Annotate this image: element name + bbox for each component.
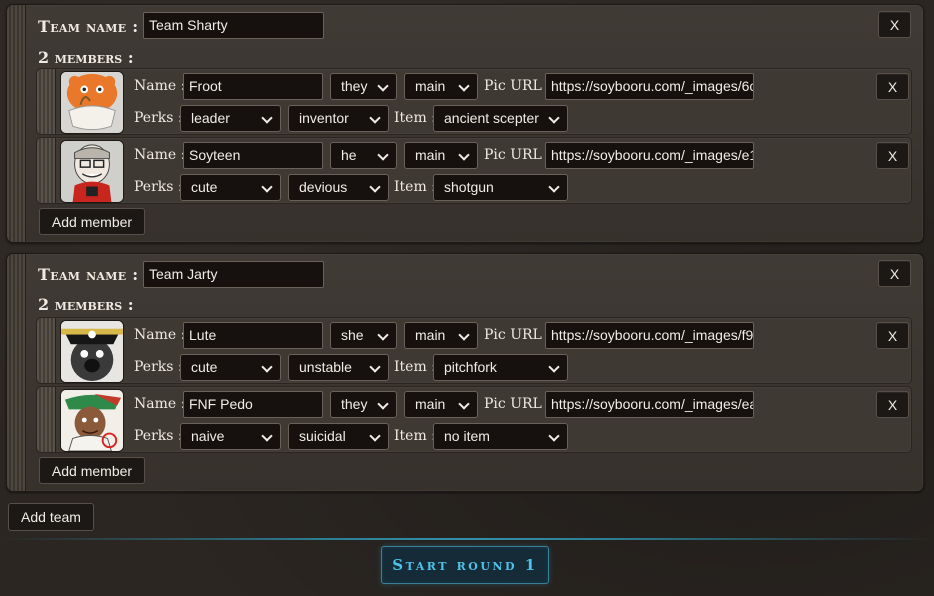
perk1-select[interactable]: cute <box>180 354 281 381</box>
remove-member-button[interactable]: X <box>876 391 909 418</box>
remove-member-button[interactable]: X <box>876 73 909 100</box>
perk1-select[interactable]: leader <box>180 105 281 132</box>
member-avatar <box>60 140 124 203</box>
team-card: Team name : Team Sharty 2 members : X Na… <box>6 4 924 243</box>
member-drag-handle[interactable] <box>37 318 56 383</box>
member-drag-handle[interactable] <box>37 138 56 203</box>
remove-member-button[interactable]: X <box>876 322 909 349</box>
role-select[interactable]: main <box>404 322 478 349</box>
pronoun-select[interactable]: they <box>330 73 397 100</box>
pic-url-label: Pic URL : <box>484 327 551 343</box>
team-name-input[interactable]: Team Jarty <box>143 261 324 288</box>
member-row: Name : Froot they main Pic URL : https:/… <box>36 68 912 135</box>
perk1-select[interactable]: naive <box>180 423 281 450</box>
remove-team-button[interactable]: X <box>878 260 911 287</box>
item-select[interactable]: ancient scepter <box>433 105 568 132</box>
perk2-select[interactable]: suicidal <box>288 423 389 450</box>
member-drag-handle[interactable] <box>37 387 56 452</box>
member-avatar <box>60 71 124 134</box>
item-select[interactable]: no item <box>433 423 568 450</box>
team-name-label: Team name : <box>38 265 139 284</box>
team-drag-handle[interactable] <box>7 254 26 491</box>
member-name-input[interactable]: Soyteen <box>183 142 323 169</box>
perks-label: Perks : <box>134 359 183 375</box>
item-label: Item : <box>394 428 436 444</box>
pic-url-input[interactable]: https://soybooru.com/_images/f95 <box>545 322 754 349</box>
pic-url-label: Pic URL : <box>484 147 551 163</box>
team-drag-handle[interactable] <box>7 5 26 242</box>
item-label: Item : <box>394 179 436 195</box>
name-label: Name : <box>134 396 186 412</box>
role-select[interactable]: main <box>404 142 478 169</box>
member-row: Name : Lute she main Pic URL : https://s… <box>36 317 912 384</box>
start-round-button[interactable]: Start round 1 <box>381 546 549 584</box>
member-avatar <box>60 389 124 452</box>
item-select[interactable]: pitchfork <box>433 354 568 381</box>
role-select[interactable]: main <box>404 391 478 418</box>
name-label: Name : <box>134 78 186 94</box>
pic-url-input[interactable]: https://soybooru.com/_images/e1 <box>545 142 754 169</box>
perk2-select[interactable]: unstable <box>288 354 389 381</box>
pronoun-select[interactable]: they <box>330 391 397 418</box>
pic-url-input[interactable]: https://soybooru.com/_images/6c <box>545 73 754 100</box>
perks-label: Perks : <box>134 110 183 126</box>
role-select[interactable]: main <box>404 73 478 100</box>
member-row: Name : Soyteen he main Pic URL : https:/… <box>36 137 912 204</box>
pronoun-select[interactable]: she <box>330 322 397 349</box>
item-label: Item : <box>394 359 436 375</box>
pronoun-select[interactable]: he <box>330 142 397 169</box>
perks-label: Perks : <box>134 179 183 195</box>
members-count-label: 2 members : <box>38 48 134 67</box>
member-name-input[interactable]: FNF Pedo <box>183 391 323 418</box>
member-name-input[interactable]: Froot <box>183 73 323 100</box>
perk2-select[interactable]: inventor <box>288 105 389 132</box>
team-card: Team name : Team Jarty 2 members : X Nam… <box>6 253 924 492</box>
add-team-button[interactable]: Add team <box>8 503 94 531</box>
add-member-button[interactable]: Add member <box>39 208 145 235</box>
name-label: Name : <box>134 327 186 343</box>
glow-divider <box>0 538 934 540</box>
name-label: Name : <box>134 147 186 163</box>
members-count-label: 2 members : <box>38 295 134 314</box>
member-name-input[interactable]: Lute <box>183 322 323 349</box>
member-avatar <box>60 320 124 383</box>
team-name-label: Team name : <box>38 17 139 36</box>
pic-url-label: Pic URL : <box>484 78 551 94</box>
member-drag-handle[interactable] <box>37 69 56 134</box>
add-member-button[interactable]: Add member <box>39 457 145 484</box>
team-name-input[interactable]: Team Sharty <box>143 12 324 39</box>
remove-member-button[interactable]: X <box>876 142 909 169</box>
perk1-select[interactable]: cute <box>180 174 281 201</box>
item-label: Item : <box>394 110 436 126</box>
remove-team-button[interactable]: X <box>878 11 911 38</box>
item-select[interactable]: shotgun <box>433 174 568 201</box>
perks-label: Perks : <box>134 428 183 444</box>
member-row: Name : FNF Pedo they main Pic URL : http… <box>36 386 912 453</box>
perk2-select[interactable]: devious <box>288 174 389 201</box>
pic-url-label: Pic URL : <box>484 396 551 412</box>
pic-url-input[interactable]: https://soybooru.com/_images/ea <box>545 391 754 418</box>
